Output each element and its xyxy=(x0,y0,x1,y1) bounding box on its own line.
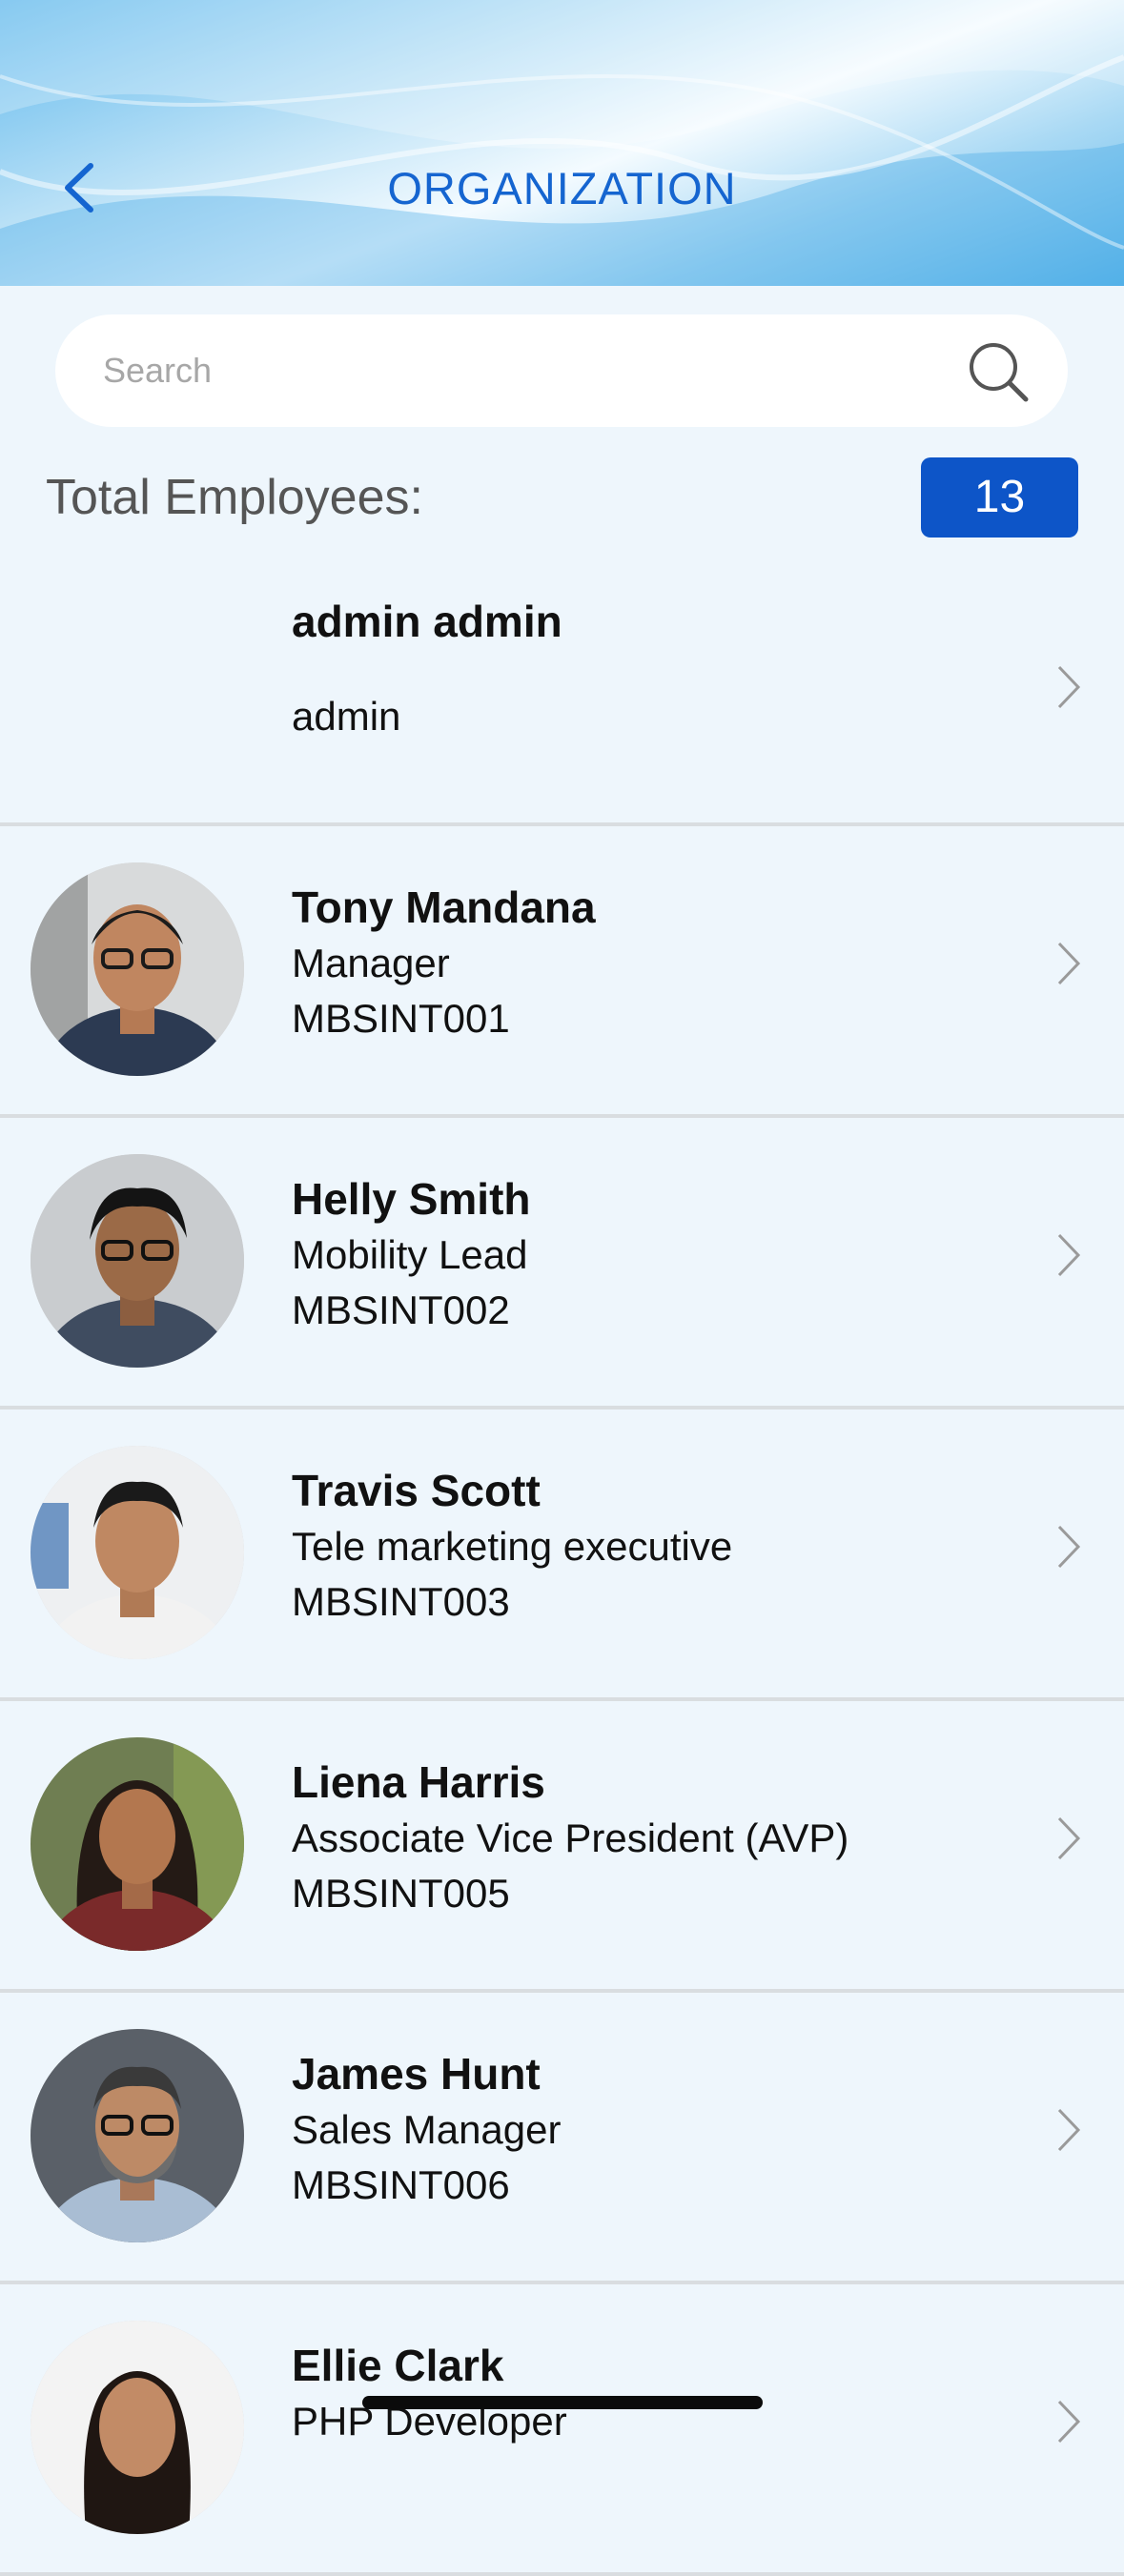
employee-designation: Tele marketing executive xyxy=(292,1524,733,1569)
avatar xyxy=(31,1737,244,1951)
avatar xyxy=(31,1446,244,1659)
employee-name: Travis Scott xyxy=(292,1466,541,1515)
employee-designation: admin xyxy=(292,694,401,739)
employee-name: admin admin xyxy=(292,597,562,646)
employee-code: MBSINT002 xyxy=(292,1288,510,1332)
employee-code: MBSINT006 xyxy=(292,2162,510,2207)
employee-designation: Mobility Lead xyxy=(292,1232,528,1277)
chevron-right-icon xyxy=(1057,942,1081,985)
avatar xyxy=(31,1154,244,1368)
employee-row[interactable]: Ellie Clark PHP Developer xyxy=(0,2284,1124,2576)
search-bar[interactable]: Search xyxy=(55,314,1068,427)
chevron-right-icon xyxy=(1057,1233,1081,1277)
employee-designation: Associate Vice President (AVP) xyxy=(292,1815,849,1860)
header-wave-background xyxy=(0,0,1124,286)
employee-name: Tony Mandana xyxy=(292,882,596,932)
employee-row[interactable]: James Hunt Sales Manager MBSINT006 xyxy=(0,1993,1124,2284)
avatar xyxy=(31,2321,244,2534)
page-title: ORGANIZATION xyxy=(387,163,737,213)
employee-code: MBSINT001 xyxy=(292,996,510,1041)
employee-name: James Hunt xyxy=(292,2049,541,2099)
employee-designation: Manager xyxy=(292,941,450,985)
employee-name: Ellie Clark xyxy=(292,2341,504,2390)
employee-name: Helly Smith xyxy=(292,1174,531,1224)
chevron-right-icon xyxy=(1057,665,1081,709)
employee-row[interactable]: Helly Smith Mobility Lead MBSINT002 xyxy=(0,1118,1124,1410)
search-input[interactable]: Search xyxy=(103,314,212,427)
total-employees-count: 13 xyxy=(921,457,1078,538)
employee-row[interactable]: admin admin admin xyxy=(0,548,1124,826)
employee-list: admin admin admin Tony Mandana Manager M… xyxy=(0,548,1124,2576)
chevron-right-icon xyxy=(1057,1816,1081,1860)
avatar xyxy=(31,2029,244,2242)
employee-code: MBSINT005 xyxy=(292,1871,510,1916)
search-icon[interactable] xyxy=(967,340,1030,403)
employee-row[interactable]: Travis Scott Tele marketing executive MB… xyxy=(0,1410,1124,1701)
employee-designation: Sales Manager xyxy=(292,2107,562,2152)
header: ORGANIZATION xyxy=(0,0,1124,286)
employee-row[interactable]: Liena Harris Associate Vice President (A… xyxy=(0,1701,1124,1993)
employee-name: Liena Harris xyxy=(292,1757,545,1807)
chevron-right-icon xyxy=(1057,2108,1081,2152)
avatar xyxy=(31,862,244,1076)
chevron-right-icon xyxy=(1057,1525,1081,1569)
chevron-right-icon xyxy=(1057,2400,1081,2444)
employee-code: MBSINT003 xyxy=(292,1579,510,1624)
employee-row[interactable]: Tony Mandana Manager MBSINT001 xyxy=(0,826,1124,1118)
home-indicator[interactable] xyxy=(362,2396,763,2409)
total-employees-label: Total Employees: xyxy=(46,470,423,525)
